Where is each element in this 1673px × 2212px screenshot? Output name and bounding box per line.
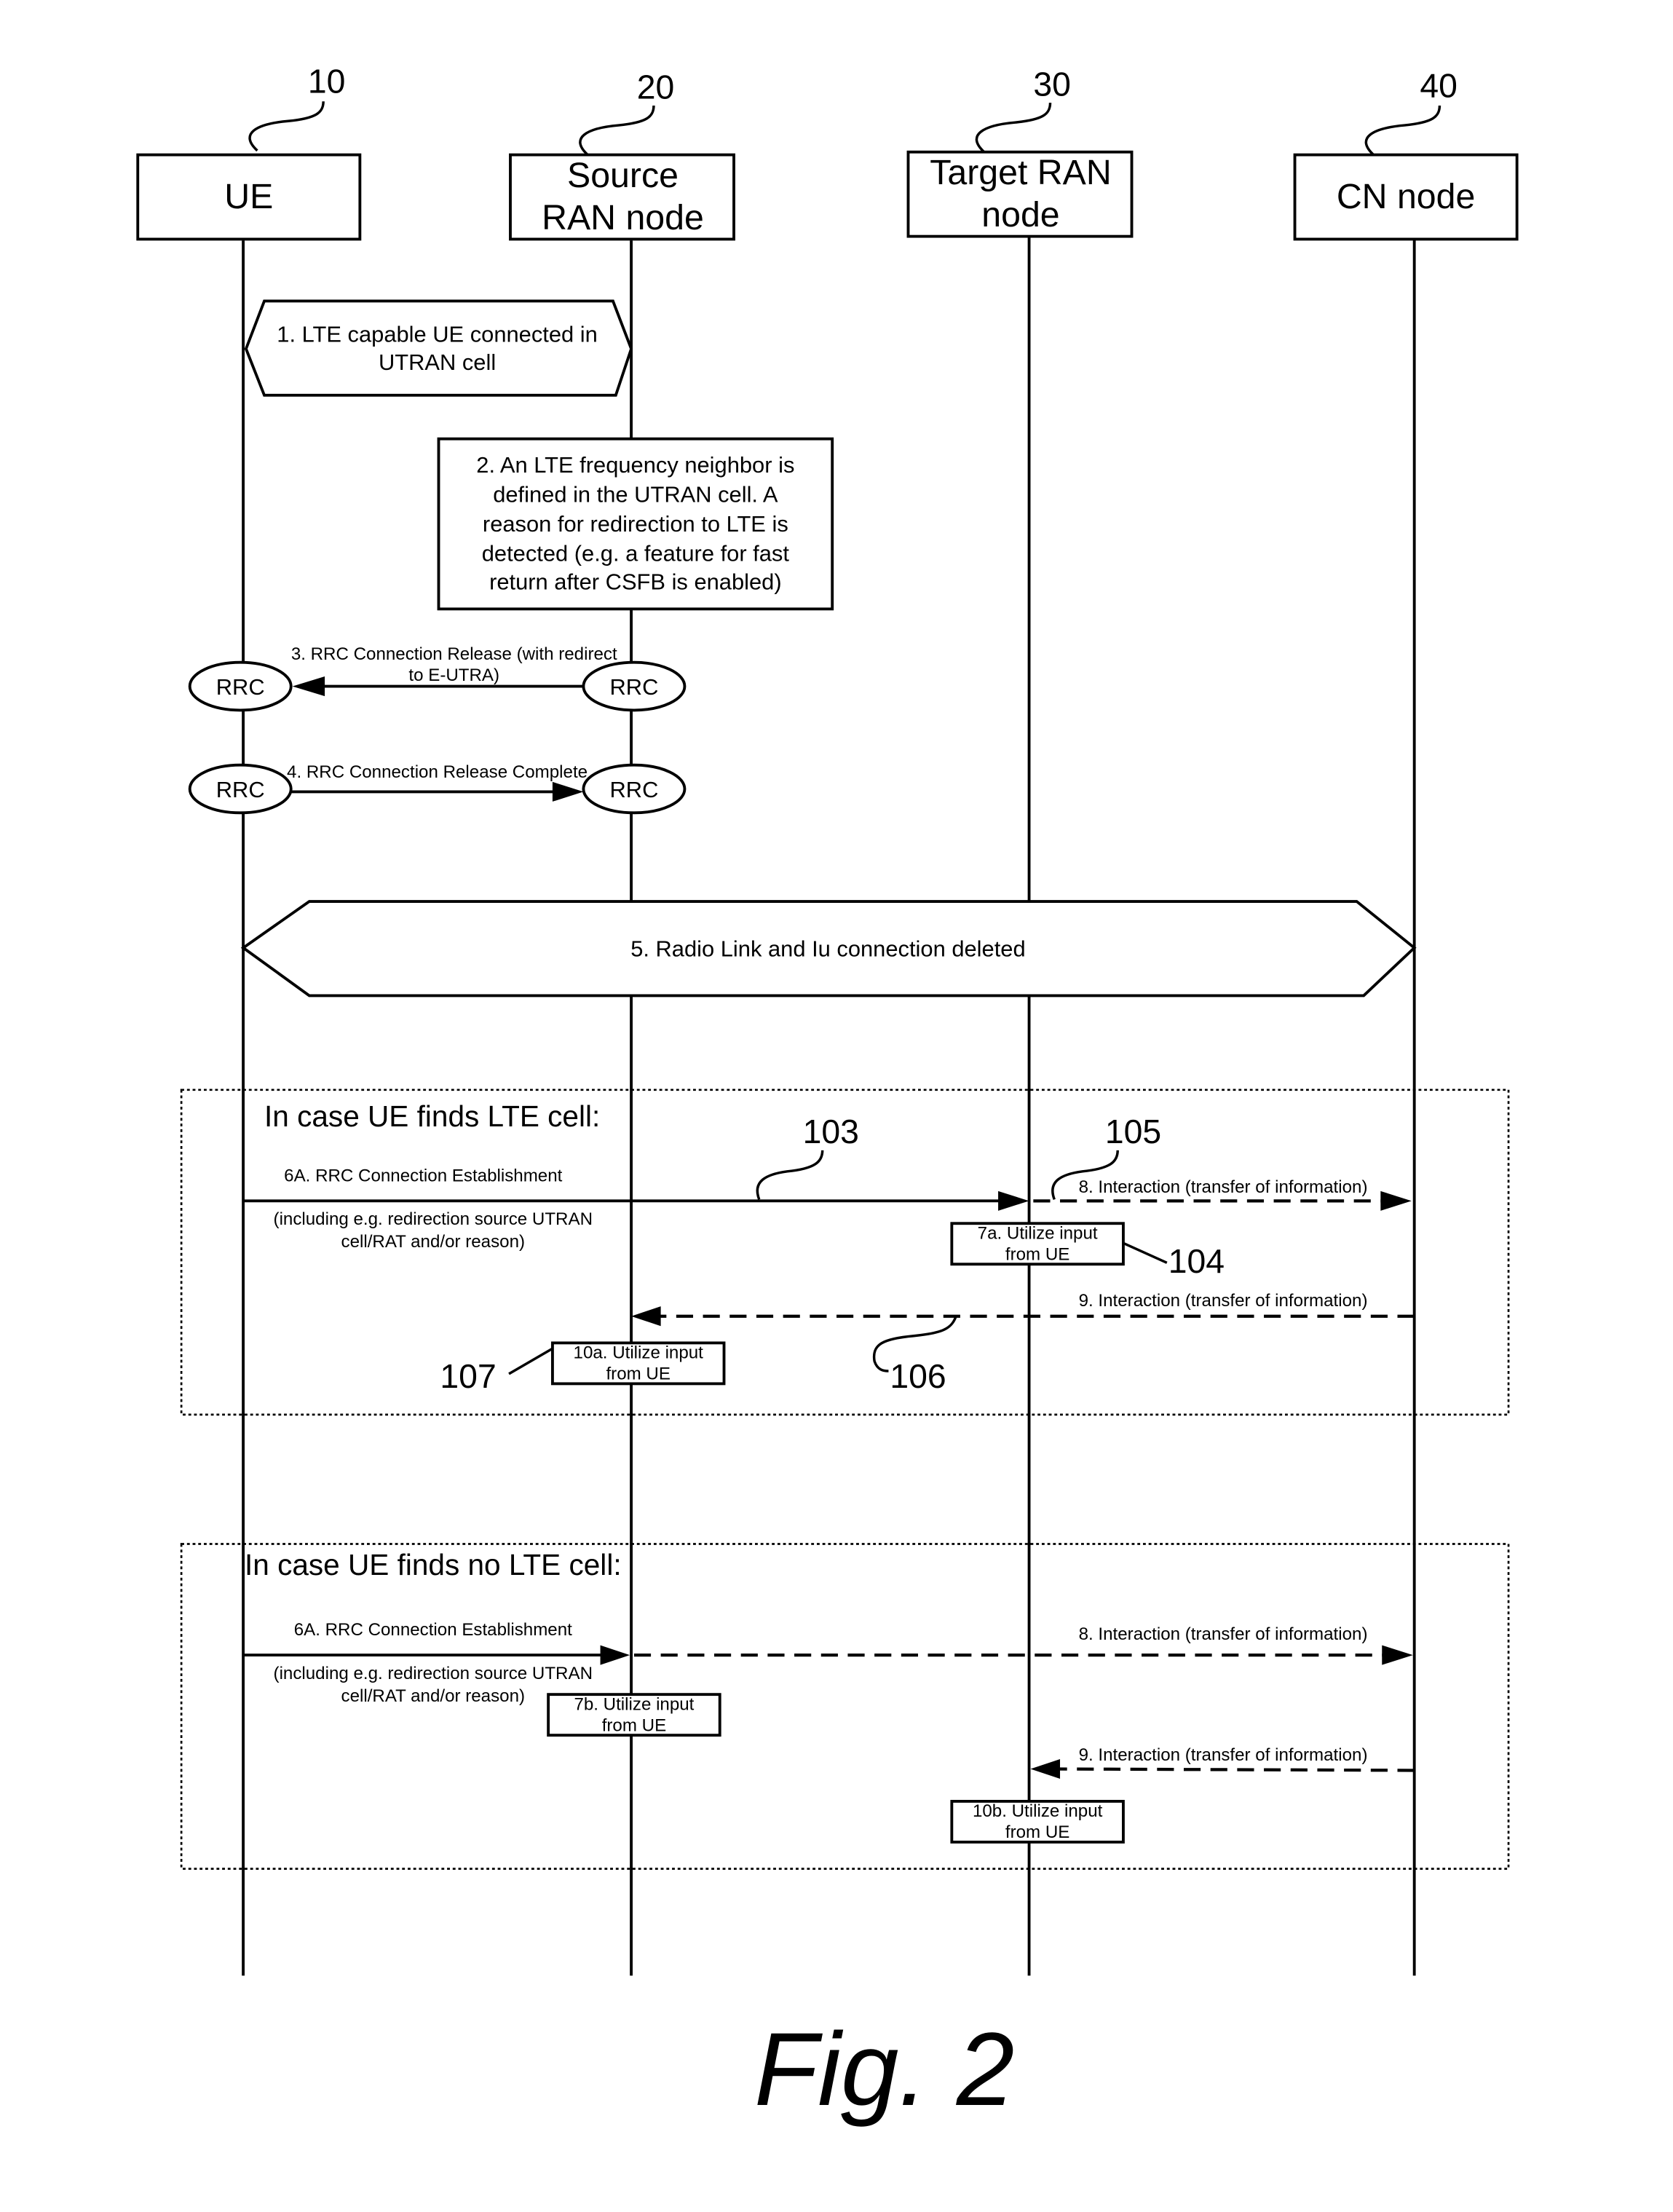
svg-text:8. Interaction (transfer of in: 8. Interaction (transfer of information) <box>1079 1624 1368 1644</box>
svg-text:cell/RAT and/or reason): cell/RAT and/or reason) <box>341 1232 526 1252</box>
svg-text:RAN node: RAN node <box>542 198 704 237</box>
ref-10: 10 <box>308 63 346 100</box>
svg-text:6A. RRC Connection Establishme: 6A. RRC Connection Establishment <box>284 1166 562 1185</box>
svg-text:7b. Utilize input: 7b. Utilize input <box>574 1694 694 1714</box>
figure-label: Fig. 2 <box>754 2012 1014 2128</box>
step-5-state: 5. Radio Link and Iu connection deleted <box>240 900 1417 998</box>
svg-text:7a. Utilize input: 7a. Utilize input <box>978 1223 1098 1243</box>
entity-source-ran: Source RAN node <box>509 153 735 241</box>
svg-text:UTRAN cell: UTRAN cell <box>379 349 496 375</box>
svg-text:return after CSFB is enabled): return after CSFB is enabled) <box>489 569 782 594</box>
entity-ue: UE <box>136 153 362 241</box>
svg-text:1. LTE capable UE connected in: 1. LTE capable UE connected in <box>277 321 598 347</box>
svg-text:Source: Source <box>567 156 679 195</box>
step-4-message: 4. RRC Connection Release Complete <box>287 762 588 802</box>
ref-30: 30 <box>1033 66 1071 103</box>
ref-leader-30 <box>975 103 1052 154</box>
step-3-message: 3. RRC Connection Release (with redirect… <box>291 644 617 697</box>
ref-leader-107 <box>508 1347 553 1375</box>
ref-leader-40 <box>1364 105 1441 156</box>
svg-text:10b. Utilize input: 10b. Utilize input <box>973 1801 1103 1821</box>
svg-text:node: node <box>981 195 1059 234</box>
ref-40: 40 <box>1420 66 1458 104</box>
step-2-box: 2. An LTE frequency neighbor is defined … <box>437 437 834 611</box>
svg-text:UE: UE <box>224 177 273 216</box>
svg-text:detected (e.g. a feature for f: detected (e.g. a feature for fast <box>482 541 790 566</box>
svg-text:4. RRC Connection Release Comp: 4. RRC Connection Release Complete <box>287 762 588 782</box>
svg-text:RRC: RRC <box>216 777 265 802</box>
ref-20: 20 <box>637 68 675 106</box>
svg-text:from UE: from UE <box>606 1364 670 1384</box>
svg-text:CN node: CN node <box>1337 177 1476 216</box>
svg-text:2. An LTE frequency neighbor i: 2. An LTE frequency neighbor is <box>476 452 794 478</box>
ref-leader-10 <box>248 101 325 152</box>
svg-text:6A. RRC Connection Establishme: 6A. RRC Connection Establishment <box>294 1620 572 1640</box>
ref-104: 104 <box>1168 1242 1225 1280</box>
ref-107: 107 <box>440 1357 496 1395</box>
svg-text:10a. Utilize input: 10a. Utilize input <box>574 1343 704 1363</box>
svg-text:5. Radio Link and Iu connectio: 5. Radio Link and Iu connection deleted <box>630 936 1025 961</box>
ref-103: 103 <box>803 1113 859 1150</box>
rrc-source-4: RRC <box>582 763 687 815</box>
ref-106: 106 <box>890 1357 946 1395</box>
svg-text:cell/RAT and/or reason): cell/RAT and/or reason) <box>341 1686 526 1706</box>
svg-text:8. Interaction (transfer of in: 8. Interaction (transfer of information) <box>1079 1177 1368 1197</box>
svg-text:(including e.g. redirection so: (including e.g. redirection source UTRAN <box>274 1209 593 1229</box>
rrc-source-3: RRC <box>582 660 687 712</box>
ref-leader-20 <box>579 105 655 156</box>
sequence-diagram: 10 20 30 40 UE Source RAN node Target RA… <box>136 63 1519 2128</box>
svg-text:9. Interaction (transfer of in: 9. Interaction (transfer of information) <box>1079 1291 1368 1311</box>
svg-text:9. Interaction (transfer of in: 9. Interaction (transfer of information) <box>1079 1745 1368 1765</box>
ref-105: 105 <box>1105 1113 1161 1150</box>
entity-target-ran: Target RAN node <box>906 150 1134 238</box>
case-no-lte-frame: In case UE finds no LTE cell: 6A. RRC Co… <box>180 1543 1510 1870</box>
svg-text:from UE: from UE <box>1005 1244 1069 1264</box>
svg-text:3. RRC Connection Release (wit: 3. RRC Connection Release (with redirect <box>291 644 617 664</box>
svg-text:from UE: from UE <box>602 1715 666 1735</box>
svg-text:Target RAN: Target RAN <box>930 153 1111 192</box>
svg-text:reason for redirection to LTE: reason for redirection to LTE is <box>483 511 788 537</box>
svg-text:from UE: from UE <box>1005 1822 1069 1842</box>
step-1-state: 1. LTE capable UE connected in UTRAN cel… <box>244 299 633 397</box>
entity-cn-node: CN node <box>1293 153 1519 241</box>
rrc-ue-4: RRC <box>188 763 293 815</box>
case-no-lte-title: In case UE finds no LTE cell: <box>245 1548 622 1581</box>
ref-leader-104 <box>1123 1241 1168 1264</box>
svg-text:RRC: RRC <box>216 674 265 700</box>
svg-text:(including e.g. redirection so: (including e.g. redirection source UTRAN <box>274 1664 593 1683</box>
svg-text:RRC: RRC <box>609 777 658 802</box>
svg-text:defined in the UTRAN cell. A: defined in the UTRAN cell. A <box>493 482 778 507</box>
svg-text:to E-UTRA): to E-UTRA) <box>408 665 499 685</box>
svg-text:RRC: RRC <box>609 674 658 700</box>
case-lte-title: In case UE finds LTE cell: <box>264 1099 600 1133</box>
ref-leader-103 <box>756 1150 824 1201</box>
case-lte-frame: In case UE finds LTE cell: 6A. RRC Conne… <box>180 1089 1510 1416</box>
rrc-ue-3: RRC <box>188 660 293 712</box>
